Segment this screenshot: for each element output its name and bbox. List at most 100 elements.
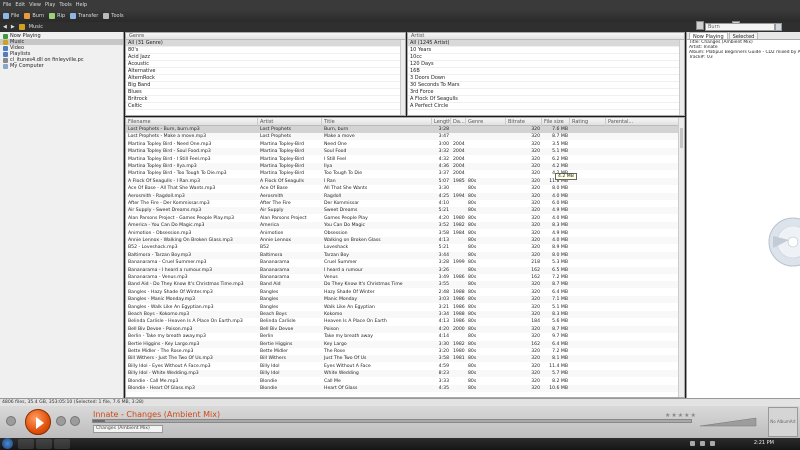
table-row[interactable]: Beach Boys - Kokomo.mp3 Beach Boys Kokomo 3… [126,311,678,318]
genre-header[interactable]: Genre [126,33,405,40]
menu-edit[interactable]: Edit [15,2,25,8]
column-header[interactable]: Genre [466,118,506,126]
table-row[interactable]: Martina Topley Bird - Ilya.mp3 Martina To… [126,163,678,170]
table-row[interactable]: Billy Idol - Eyes Without A Face.mp3 Bill… [126,363,678,370]
column-header[interactable]: Title [322,118,432,126]
menu-play[interactable]: Play [45,2,55,8]
table-row[interactable]: Bangles - Walk Like An Egyptian.mp3 Bangl… [126,304,678,311]
artist-header[interactable]: Artist [408,33,684,40]
genre-row[interactable]: 80's [126,47,405,54]
table-row[interactable]: Belinda Carlisle - Heaven Is A Place On … [126,318,678,325]
artist-scrollbar[interactable] [679,40,684,115]
previous-button[interactable] [56,416,66,426]
search-input[interactable]: Burn [705,23,775,31]
column-header[interactable]: File size [542,118,570,126]
stop-button[interactable] [6,416,16,426]
artist-row[interactable]: All (1245 Artist) [408,40,684,47]
artist-row[interactable]: 3rd Force [408,89,684,96]
table-row[interactable]: Bette Midler - The Rose.mp3 Bette Midler T… [126,348,678,355]
column-header[interactable]: Rating [570,118,606,126]
table-row[interactable]: Bananarama - Venus.mp3 Bananarama Venus 3:4… [126,274,678,281]
table-row[interactable]: Air Supply - Sweet Dreams.mp3 Air Supply S… [126,207,678,215]
table-row[interactable]: Alan Parsons Project - Games People Play… [126,215,678,222]
column-header[interactable]: Bitrate [506,118,542,126]
genre-row[interactable]: All (31 Genre) [126,40,405,47]
scrollbar-thumb[interactable] [680,128,683,148]
table-row[interactable]: Aerosmith - Ragdoll.mp3 Aerosmith Ragdoll 4… [126,192,678,200]
tree-item-my-computer[interactable]: My Computer [0,63,123,69]
table-row[interactable]: Bertie Higgins - Key Largo.mp3 Bertie Hig… [126,340,678,348]
column-header[interactable]: Length [432,118,451,126]
table-row[interactable]: Billy Idol - White Wedding.mp3 Billy Idol… [126,370,678,378]
tab-now-playing[interactable]: Now Playing [689,32,728,40]
genre-row[interactable]: Blues [126,89,405,96]
genre-row[interactable]: Acid Jazz [126,54,405,61]
file-button[interactable]: File [3,12,19,19]
library-music-breadcrumb[interactable]: Music [29,24,43,30]
genre-row[interactable]: Britrock [126,96,405,103]
table-row[interactable]: Bell Biv Devoe - Poison.mp3 Bell Biv Devo… [126,325,678,333]
artist-row[interactable]: 16B [408,68,684,75]
genre-row[interactable]: AlternRock [126,75,405,82]
rip-button[interactable]: Rip [49,12,65,19]
menu-tools[interactable]: Tools [59,2,71,8]
table-row[interactable]: Annie Lennox - Walking On Broken Glass.m… [126,237,678,244]
table-row[interactable]: Martina Topley Bird - Too Tough To Die.m… [126,170,678,177]
artist-row[interactable]: A Perfect Circle [408,103,684,110]
search-icon[interactable] [775,23,782,31]
rating-stars[interactable]: ★★★★★ [665,412,697,419]
volume-slider[interactable] [698,416,758,428]
column-header[interactable]: Artist [258,118,322,126]
taskbar-app-browser[interactable] [54,439,70,449]
transfer-button[interactable]: Transfer [70,12,98,19]
table-row[interactable]: Bill Withers - Just The Two Of Us.mp3 Bil… [126,355,678,363]
genre-row[interactable]: Alternative [126,68,405,75]
genre-row[interactable]: Acoustic [126,61,405,68]
artist-row[interactable]: 10cc [408,54,684,61]
clock[interactable]: 2:21 PM [754,440,774,446]
table-row[interactable]: Bananarama - Cruel Summer.mp3 Bananarama C… [126,259,678,266]
table-row[interactable]: A Flock Of Seagulls - I Ran.mp3 A Flock O… [126,177,678,185]
artist-row[interactable]: 120 Days [408,61,684,68]
next-button[interactable] [70,416,80,426]
taskbar-app-mediamonkey[interactable] [36,439,52,449]
tray-network-icon[interactable] [690,441,695,446]
genre-row[interactable]: Big Band [126,82,405,89]
table-row[interactable]: Berlin - Take my breath away.mp3 Berlin Ta… [126,333,678,340]
table-row[interactable]: After The Fire - Der Kommissar.mp3 After … [126,200,678,207]
table-row[interactable]: Bangles - Hazy Shade Of Winter.mp3 Bangle… [126,289,678,296]
table-row[interactable]: Martina Topley Bird - Soul Food.mp3 Marti… [126,148,678,156]
view-mode-button[interactable] [696,21,704,30]
table-row[interactable]: Blondie - Heart Of Glass.mp3 Blondie Heart… [126,385,678,392]
table-row[interactable]: Lost Prophets - Burn, burn.mp3 Lost Proph… [126,126,678,133]
table-row[interactable]: Bananarama - I heard a rumour.mp3 Bananar… [126,266,678,274]
artist-row[interactable]: 10 Years [408,47,684,54]
menu-view[interactable]: View [29,2,41,8]
tab-selected[interactable]: Selected [728,32,759,40]
table-row[interactable]: Baltimora - Tarzan Boy.mp3 Baltimora Tarza… [126,251,678,259]
tray-volume-icon[interactable] [700,441,705,446]
tray-power-icon[interactable] [710,441,715,446]
seek-bar[interactable] [92,419,692,423]
play-button[interactable] [25,409,51,435]
menu-file[interactable]: File [3,2,11,8]
table-row[interactable]: Martina Topley Bird - Need One.mp3 Martin… [126,141,678,148]
genre-row[interactable]: Celtic [126,103,405,110]
start-button[interactable] [2,438,13,449]
taskbar-app-explorer[interactable] [18,439,34,449]
menu-help[interactable]: Help [76,2,87,8]
table-row[interactable]: America - You Can Do Magic.mp3 America You… [126,222,678,230]
column-header[interactable]: Da... [451,118,466,126]
genre-scrollbar[interactable] [400,40,405,115]
tools-button[interactable]: Tools [103,12,124,19]
table-row[interactable]: Lost Prophets - Make a move.mp3 Lost Prop… [126,133,678,141]
table-row[interactable]: Band Aid - Do They Know It's Christmas T… [126,281,678,289]
artist-row[interactable]: 30 Seconds To Mars [408,82,684,89]
artist-row[interactable]: A Flock Of Seagulls [408,96,684,103]
column-header[interactable]: Parental... [606,118,680,126]
column-header[interactable]: Filename [126,118,258,126]
burn-button[interactable]: Burn [24,12,44,19]
table-row[interactable]: B52 - Loveshack.mp3 B52 Loveshack 5:21 80s 32… [126,244,678,251]
forward-icon[interactable]: ▶ [11,24,15,30]
table-row[interactable]: Blondie - Call Me.mp3 Blondie Call Me 3:33 8… [126,378,678,385]
